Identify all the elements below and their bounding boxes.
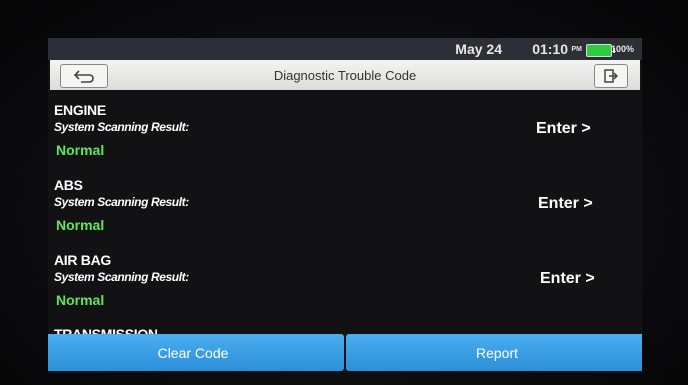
system-status: Normal [56,217,105,233]
page-title: Diagnostic Trouble Code [273,68,417,83]
system-name: ABS [54,177,83,193]
status-bar: May 24 01:10 PM 100% [48,38,642,60]
bottom-action-bar: Clear Code Report [48,334,642,373]
system-scan-label: System Scanning Result: [54,120,189,134]
system-name: ENGINE [54,102,106,118]
enter-button[interactable]: Enter > [536,120,591,138]
system-item-abs[interactable]: ABS System Scanning Result: Normal Enter… [54,177,634,249]
system-item-air-bag[interactable]: AIR BAG System Scanning Result: Normal E… [54,252,634,324]
battery-icon [586,44,615,57]
system-status: Normal [56,142,105,158]
status-date: May 24 [455,41,502,57]
enter-button[interactable]: Enter > [538,195,593,213]
status-ampm: PM [571,46,583,53]
title-bar: Diagnostic Trouble Code [50,60,640,90]
system-scan-label: System Scanning Result: [54,270,189,284]
status-time: 01:10 [532,41,568,57]
device-screen: May 24 01:10 PM 100% Diagnostic Trouble … [48,38,642,373]
report-button[interactable]: Report [346,334,642,371]
exit-icon [604,69,618,83]
enter-button[interactable]: Enter > [540,270,595,288]
system-status: Normal [56,292,105,308]
clear-code-button[interactable]: Clear Code [48,334,344,371]
exit-button[interactable] [594,64,628,88]
system-item-engine[interactable]: ENGINE System Scanning Result: Normal En… [54,102,634,174]
system-scan-label: System Scanning Result: [54,195,189,209]
system-name: AIR BAG [54,252,112,268]
battery-percentage: 100% [610,44,634,54]
